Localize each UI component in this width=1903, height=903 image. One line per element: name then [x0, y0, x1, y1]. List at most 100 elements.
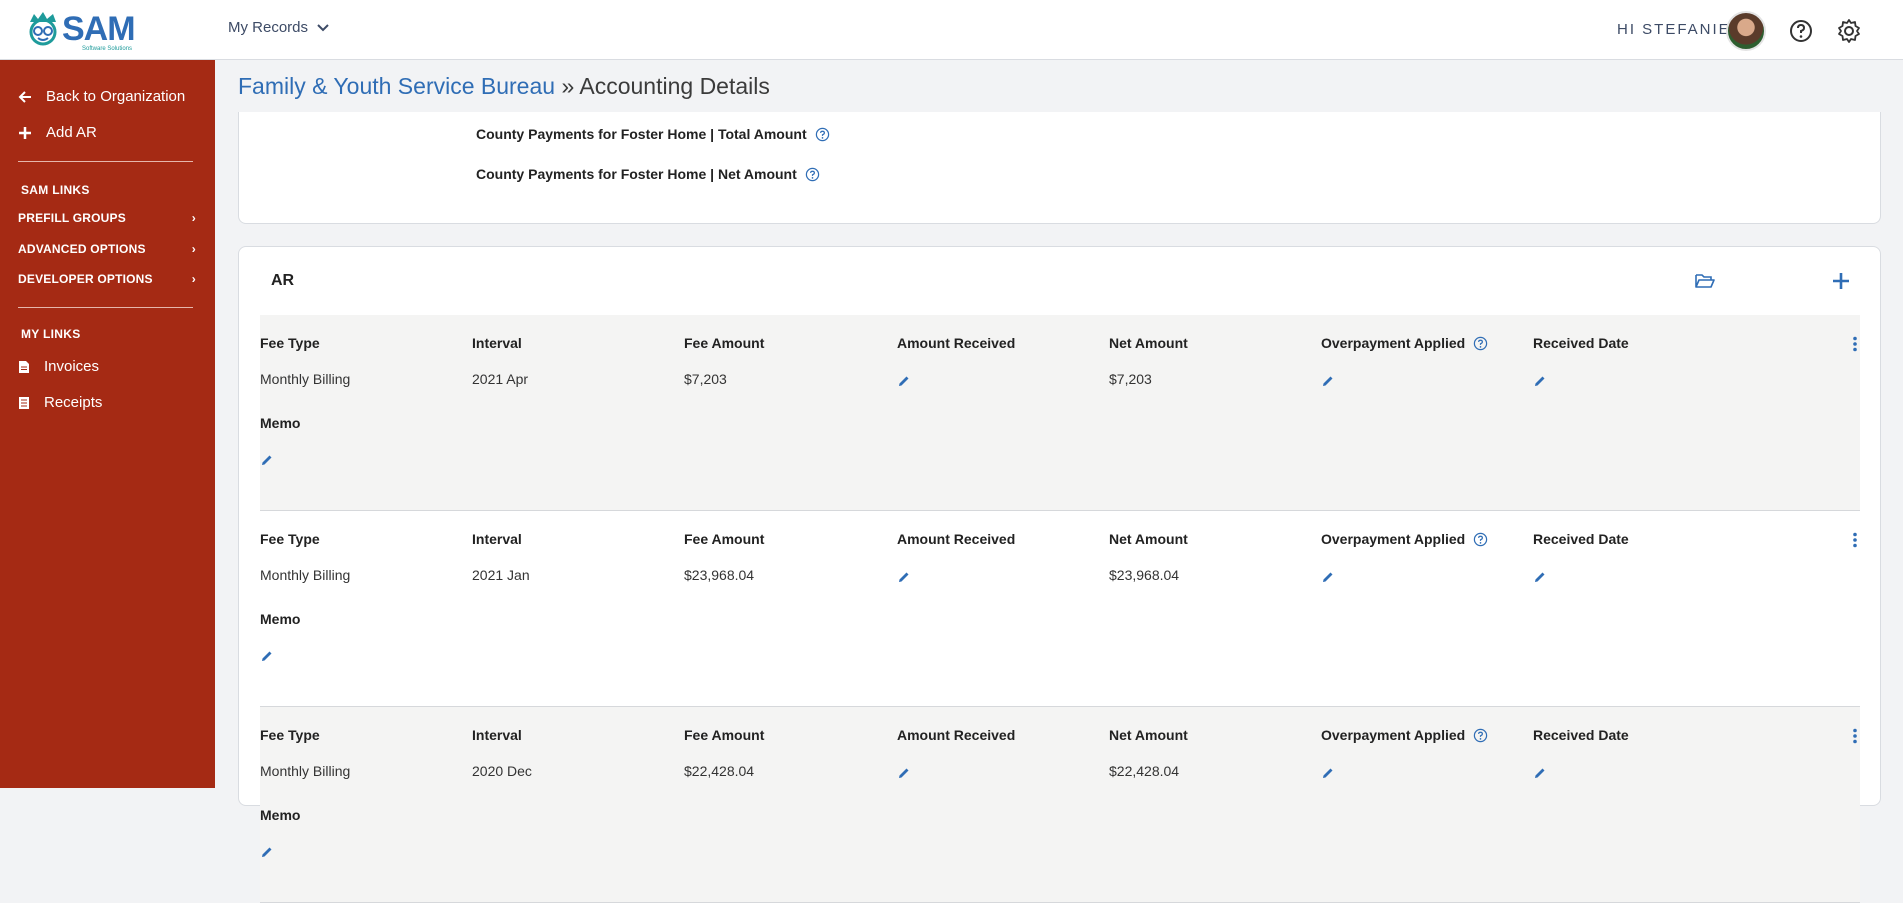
chevron-right-icon: › [191, 272, 196, 286]
column-label-memo: Memo [260, 415, 301, 431]
cell-interval: 2021 Jan [472, 567, 530, 583]
cell-net-amount: $22,428.04 [1109, 763, 1180, 779]
sidebar-item-developer-options[interactable]: DEVELOPER OPTIONS › [18, 272, 196, 286]
prefill-label: PREFILL GROUPS [18, 211, 126, 225]
edit-amount-received-pencil-icon[interactable] [898, 766, 910, 778]
county-total-label: County Payments for Foster Home | Total … [476, 126, 807, 142]
column-label-net-amount: Net Amount [1109, 727, 1188, 743]
page-title: Accounting Details [579, 73, 770, 99]
back-label: Back to Organization [46, 88, 186, 105]
column-label-received-date: Received Date [1533, 727, 1629, 743]
chevron-right-icon: › [191, 211, 196, 225]
edit-overpayment-pencil-icon[interactable] [1322, 570, 1334, 582]
column-label-text: Overpayment Applied [1321, 531, 1466, 547]
sidebar-item-receipts[interactable]: Receipts [18, 394, 102, 411]
invoices-label: Invoices [44, 358, 100, 375]
back-to-organization-link[interactable]: Back to Organization [18, 88, 185, 105]
help-circle-icon[interactable] [805, 167, 820, 182]
plus-icon [19, 126, 31, 139]
column-label-interval: Interval [472, 727, 522, 743]
cell-fee-type: Monthly Billing [260, 371, 351, 387]
column-label-text: Interval [472, 727, 522, 743]
edit-received-date-pencil-icon[interactable] [1534, 570, 1546, 582]
sidebar-divider [18, 307, 193, 308]
add-ar-link[interactable]: Add AR [18, 124, 97, 141]
sidebar-item-prefill-groups[interactable]: PREFILL GROUPS › [18, 211, 196, 225]
logo-subtitle: Software Solutions [82, 46, 133, 52]
cell-fee-amount: $7,203 [684, 371, 727, 387]
my-records-label: My Records [228, 19, 309, 36]
column-label-text: Fee Amount [684, 335, 765, 351]
cell-net-amount: $23,968.04 [1109, 567, 1180, 583]
receipt-icon [19, 396, 29, 409]
breadcrumb: Family & Youth Service Bureau » Accounti… [238, 73, 770, 100]
column-label-fee-type: Fee Type [260, 727, 320, 743]
column-label-overpayment: Overpayment Applied [1321, 531, 1488, 547]
column-label-text: Received Date [1533, 531, 1629, 547]
edit-received-date-pencil-icon[interactable] [1534, 374, 1546, 386]
mascot-icon [29, 12, 57, 46]
document-icon [19, 360, 29, 373]
column-label-text: Fee Amount [684, 727, 765, 743]
table-row: Fee Type Monthly Billing Interval 2021 Apr F… [260, 315, 1860, 511]
ar-section-title: AR [271, 272, 295, 289]
edit-overpayment-pencil-icon[interactable] [1322, 766, 1334, 778]
gear-icon[interactable] [1836, 18, 1862, 44]
breadcrumb-organization-link[interactable]: Family & Youth Service Bureau [238, 73, 555, 99]
column-label-amount-received: Amount Received [897, 727, 1015, 743]
column-label-text: Interval [472, 531, 522, 547]
column-label-text: Net Amount [1109, 335, 1188, 351]
column-label-amount-received: Amount Received [897, 335, 1015, 351]
sam-links-heading: SAM LINKS [21, 183, 90, 197]
column-label-text: Fee Type [260, 335, 320, 351]
sidebar-item-invoices[interactable]: Invoices [18, 358, 99, 375]
column-label-interval: Interval [472, 531, 522, 547]
column-label-fee-type: Fee Type [260, 335, 320, 351]
column-label-text: Received Date [1533, 727, 1629, 743]
cell-fee-type: Monthly Billing [260, 763, 351, 779]
row-menu-kebab-icon[interactable] [1852, 532, 1858, 548]
county-total-amount-field: County Payments for Foster Home | Total … [476, 126, 830, 142]
column-label-text: Net Amount [1109, 531, 1188, 547]
edit-amount-received-pencil-icon[interactable] [898, 570, 910, 582]
top-bar: SAM Software Solutions My Records HI STE… [0, 0, 1903, 60]
edit-memo-pencil-icon[interactable] [261, 453, 273, 465]
edit-memo-pencil-icon[interactable] [261, 845, 273, 857]
column-label-fee-amount: Fee Amount [684, 531, 764, 547]
help-circle-icon[interactable] [1473, 336, 1488, 351]
column-label-text: Net Amount [1109, 727, 1188, 743]
column-label-interval: Interval [472, 335, 522, 351]
avatar[interactable] [1726, 11, 1766, 51]
column-label-fee-amount: Fee Amount [684, 335, 764, 351]
row-menu-kebab-icon[interactable] [1852, 728, 1858, 744]
help-circle-icon[interactable] [1473, 728, 1488, 743]
column-label-overpayment: Overpayment Applied [1321, 335, 1488, 351]
edit-received-date-pencil-icon[interactable] [1534, 766, 1546, 778]
help-icon[interactable] [1788, 18, 1814, 44]
column-label-text: Overpayment Applied [1321, 727, 1466, 743]
cell-net-amount: $7,203 [1109, 371, 1152, 387]
column-label-net-amount: Net Amount [1109, 335, 1188, 351]
edit-overpayment-pencil-icon[interactable] [1322, 374, 1334, 386]
my-records-dropdown[interactable]: My Records [228, 19, 330, 36]
edit-memo-pencil-icon[interactable] [261, 649, 273, 661]
column-label-text: Amount Received [897, 335, 1016, 351]
sidebar-divider [18, 161, 193, 162]
county-net-label: County Payments for Foster Home | Net Am… [476, 166, 797, 182]
help-circle-icon[interactable] [1473, 532, 1488, 547]
arrow-left-icon [18, 90, 31, 103]
advanced-label: ADVANCED OPTIONS [18, 242, 146, 256]
add-ar-button[interactable] [1830, 270, 1852, 292]
add-ar-label: Add AR [46, 124, 97, 141]
my-links-heading: MY LINKS [21, 327, 81, 341]
help-circle-icon[interactable] [815, 127, 830, 142]
folder-open-icon[interactable] [1694, 270, 1716, 292]
sam-logo[interactable]: SAM Software Solutions [26, 10, 146, 52]
column-label-received-date: Received Date [1533, 531, 1629, 547]
row-menu-kebab-icon[interactable] [1852, 336, 1858, 352]
column-label-text: Amount Received [897, 727, 1016, 743]
column-label-overpayment: Overpayment Applied [1321, 727, 1488, 743]
cell-interval: 2021 Apr [472, 371, 529, 387]
edit-amount-received-pencil-icon[interactable] [898, 374, 910, 386]
sidebar-item-advanced-options[interactable]: ADVANCED OPTIONS › [18, 242, 196, 256]
